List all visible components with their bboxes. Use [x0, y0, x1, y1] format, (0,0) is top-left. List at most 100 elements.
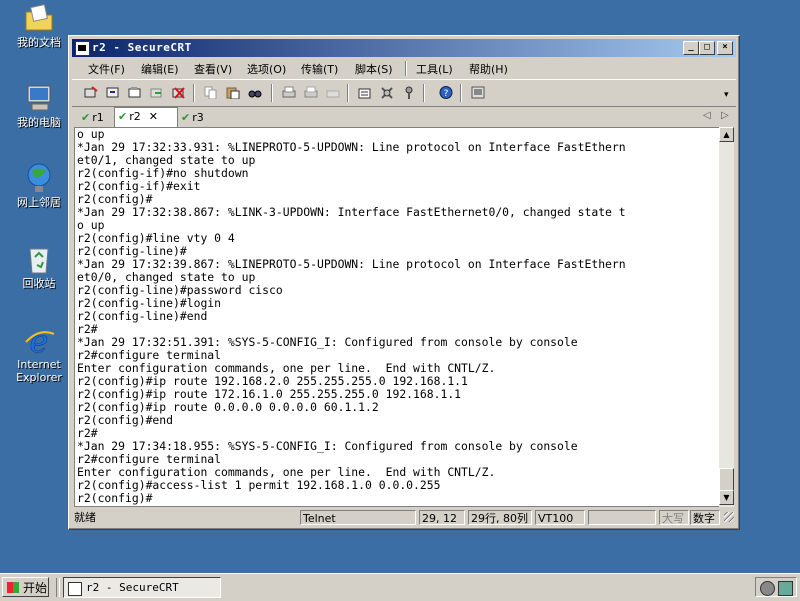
help-icon[interactable]: ? — [437, 84, 455, 101]
system-tray — [755, 577, 797, 597]
menu-file[interactable]: 文件(F) — [88, 61, 125, 77]
network-tray-icon[interactable] — [778, 581, 793, 596]
desktop-icon-my-documents[interactable]: 我的文档 — [8, 2, 70, 49]
minimize-button[interactable]: _ — [683, 41, 699, 55]
reconnect-icon[interactable] — [148, 84, 166, 101]
securecrt-app-icon — [75, 41, 90, 56]
tab-r2[interactable]: ✔ r2 ✕ — [114, 107, 178, 127]
menu-options[interactable]: 选项(O) — [247, 61, 286, 77]
close-button[interactable]: × — [717, 41, 733, 55]
print-icon[interactable] — [280, 84, 298, 101]
menu-script[interactable]: 脚本(S) — [355, 61, 393, 77]
toolbar: ? ▾ — [72, 79, 736, 107]
desktop-icon-label: Internet Explorer — [16, 358, 62, 384]
terminal-line: *Jan 29 17:32:38.867: %LINK-3-UPDOWN: In… — [77, 205, 626, 219]
folder-documents-icon — [22, 2, 56, 34]
desktop-icon-network[interactable]: 网上邻居 — [8, 162, 70, 209]
status-emulation: VT100 — [535, 510, 585, 525]
terminal-line: r2(config-if)#exit — [77, 179, 201, 193]
tab-close-icon[interactable]: ✕ — [149, 110, 158, 123]
desktop-icon-label: 我的文档 — [17, 36, 61, 49]
find-icon[interactable] — [246, 84, 264, 101]
start-label: 开始 — [23, 581, 48, 595]
computer-icon — [22, 82, 56, 114]
tab-label: r3 — [192, 111, 204, 124]
menu-help[interactable]: 帮助(H) — [469, 61, 508, 77]
menu-view[interactable]: 查看(V) — [194, 61, 232, 77]
desktop-icon-label: 我的电脑 — [17, 116, 61, 129]
connect-icon[interactable] — [82, 84, 100, 101]
print-selection-icon[interactable] — [302, 84, 320, 101]
global-options-icon[interactable] — [378, 84, 396, 101]
start-button[interactable]: 开始 — [2, 577, 49, 597]
status-bar: 就绪 Telnet 29, 12 29行, 80列 VT100 大写 数字 — [72, 510, 736, 527]
recycle-bin-icon — [22, 243, 56, 275]
scroll-down-icon[interactable]: ▼ — [719, 490, 734, 505]
copy-icon[interactable] — [202, 84, 220, 101]
securecrt-app-icon — [68, 582, 82, 596]
status-blank — [588, 510, 656, 525]
connect-tab-icon[interactable] — [126, 84, 144, 101]
toolbar-chevron-icon[interactable]: ▾ — [724, 90, 729, 100]
menu-edit[interactable]: 编辑(E) — [141, 61, 179, 77]
keymap-icon[interactable] — [400, 84, 418, 101]
paste-icon[interactable] — [224, 84, 242, 101]
desktop-icon-recycle-bin[interactable]: 回收站 — [8, 243, 70, 290]
toolbar-separator — [347, 84, 349, 102]
session-tabs: ✔ r1 ✔ r2 ✕ ✔ r3 ◁ ▷ — [72, 107, 736, 127]
status-ready: 就绪 — [74, 511, 96, 524]
status-caps-lock: 大写 — [659, 510, 689, 525]
svg-text:e: e — [30, 324, 49, 356]
toolbar-separator — [271, 84, 273, 102]
terminal-output[interactable]: o up *Jan 29 17:32:33.931: %LINEPROTO-5-U… — [74, 127, 721, 507]
sftp-icon[interactable] — [469, 84, 487, 101]
tab-r3[interactable]: ✔ r3 — [181, 109, 215, 126]
terminal-line: r2(config-line)#end — [77, 309, 208, 323]
taskbar-item-securecrt[interactable]: r2 - SecureCRT — [63, 577, 221, 598]
desktop-icon-internet-explorer[interactable]: e Internet Explorer — [8, 322, 70, 384]
taskbar-separator — [56, 578, 60, 597]
toolbar-separator — [193, 84, 195, 102]
tab-label: r2 — [129, 110, 141, 123]
desktop-icon-label: 回收站 — [22, 277, 56, 290]
menu-tools[interactable]: 工具(L) — [416, 61, 453, 77]
terminal-line: r2(config)# — [77, 491, 153, 505]
windows-logo-icon — [7, 582, 19, 593]
scroll-thumb[interactable] — [719, 468, 734, 492]
resize-grip-icon[interactable] — [724, 512, 734, 522]
tab-scroll-left-icon[interactable]: ◁ — [703, 110, 711, 121]
speaker-icon[interactable] — [760, 581, 775, 596]
internet-explorer-icon: e — [22, 322, 56, 360]
status-protocol: Telnet — [300, 510, 416, 525]
status-terminal-size: 29行, 80列 — [468, 510, 532, 525]
disconnect-icon[interactable] — [170, 84, 188, 101]
menu-bar: 文件(F) 编辑(E) 查看(V) 选项(O) 传输(T) 脚本(S) 工具(L… — [72, 58, 736, 78]
taskbar: 开始 r2 - SecureCRT — [0, 573, 800, 601]
session-options-icon[interactable] — [356, 84, 374, 101]
menu-transfer[interactable]: 传输(T) — [301, 61, 338, 77]
scroll-up-icon[interactable]: ▲ — [719, 127, 734, 142]
svg-text:?: ? — [444, 89, 449, 99]
print-setup-icon[interactable] — [324, 84, 342, 101]
terminal-line: r2(config)#access-list 1 permit 192.168.… — [77, 478, 441, 492]
status-cursor-position: 29, 12 — [419, 510, 465, 525]
network-icon — [22, 162, 56, 194]
tab-r1[interactable]: ✔ r1 — [81, 109, 115, 126]
window-title: r2 - SecureCRT — [92, 41, 192, 54]
title-bar[interactable]: r2 - SecureCRT _ □ × — [72, 39, 736, 57]
terminal-line: r2(config)#end — [77, 413, 174, 427]
toolbar-separator — [423, 84, 425, 102]
desktop-icon-my-computer[interactable]: 我的电脑 — [8, 82, 70, 129]
tab-label: r1 — [92, 111, 104, 124]
maximize-button[interactable]: □ — [699, 41, 715, 55]
status-num-lock: 数字 — [690, 510, 720, 525]
quick-connect-icon[interactable] — [104, 84, 122, 101]
desktop-icon-label: 网上邻居 — [17, 196, 61, 209]
connected-check-icon: ✔ — [118, 110, 128, 123]
connected-check-icon: ✔ — [181, 111, 191, 124]
tab-scroll-right-icon[interactable]: ▷ — [721, 110, 729, 121]
toolbar-separator — [460, 84, 462, 102]
taskbar-item-label: r2 - SecureCRT — [86, 581, 179, 594]
terminal-scrollbar[interactable]: ▲ ▼ — [719, 127, 734, 507]
menu-separator — [405, 61, 407, 76]
